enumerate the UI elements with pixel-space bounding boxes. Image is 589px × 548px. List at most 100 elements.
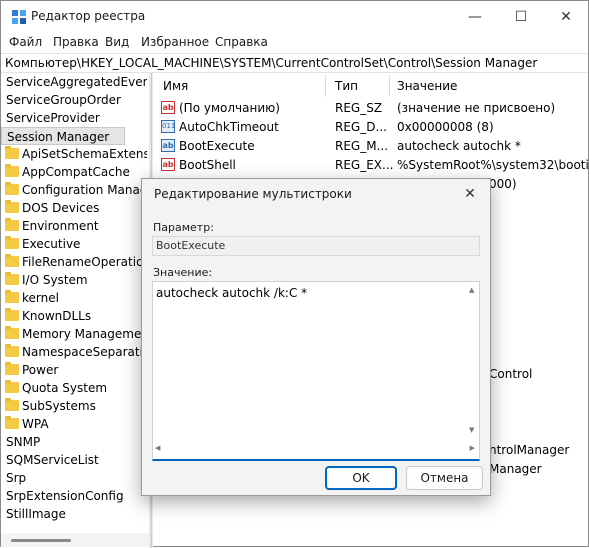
column-value-header[interactable]: Значение <box>397 77 457 95</box>
tree-item-label: Environment <box>22 219 99 233</box>
tree-item-label: NamespaceSeparatio <box>22 345 147 359</box>
ok-button[interactable]: OK <box>325 466 397 490</box>
tree-item[interactable]: ServiceGroupOrder <box>1 91 141 109</box>
tree-item-label: SQMServiceList <box>6 453 99 467</box>
tree-item-label: Quota System <box>22 381 108 395</box>
column-divider[interactable] <box>389 75 390 97</box>
tree-horizontal-scrollbar[interactable] <box>1 533 149 547</box>
tree-item[interactable]: SrpExtensionConfig <box>1 487 141 505</box>
tree-item[interactable]: kernel <box>1 289 141 307</box>
tree-item-label: Configuration Manag <box>22 183 147 197</box>
tree-item-label: SNMP <box>6 435 41 449</box>
tree-item[interactable]: ServiceProvider <box>1 109 141 127</box>
tree-item-label: FileRenameOperation <box>22 255 147 269</box>
folder-icon <box>5 362 19 375</box>
tree-item-label: ApiSetSchemaExtens <box>22 147 147 161</box>
tree-item-label: SubSystems <box>22 399 96 413</box>
tree-item[interactable]: NamespaceSeparatio <box>1 343 147 361</box>
minimize-button[interactable]: — <box>452 1 498 33</box>
value-type: REG_EX... <box>335 158 394 172</box>
tree-item[interactable]: SNMP <box>1 433 141 451</box>
scroll-down-icon[interactable]: ▼ <box>469 426 474 434</box>
dialog-close-button[interactable]: ✕ <box>450 179 490 209</box>
textarea-vertical-scrollbar[interactable]: ▲ ▼ <box>469 286 477 438</box>
tree-item[interactable]: SubSystems <box>1 397 141 415</box>
tree-item[interactable]: Executive <box>1 235 141 253</box>
scroll-left-icon[interactable]: ◀ <box>155 444 160 452</box>
edit-multistring-dialog: Редактирование мультистроки ✕ Параметр: … <box>141 178 491 496</box>
folder-icon <box>5 398 19 411</box>
tree-item-label: Executive <box>22 237 81 251</box>
menu-file[interactable]: Файл <box>9 35 42 49</box>
tree-item-label: Memory Managemen <box>22 327 147 341</box>
tree-item[interactable]: StillImage <box>1 505 141 523</box>
value-data-partial: 000) <box>489 177 517 191</box>
folder-icon <box>5 380 19 393</box>
menu-edit[interactable]: Правка <box>53 35 99 49</box>
tree-item[interactable]: Power <box>1 361 141 379</box>
close-button[interactable]: ✕ <box>543 1 589 33</box>
scroll-right-icon[interactable]: ▶ <box>470 444 475 452</box>
value-data: 0x00000008 (8) <box>397 120 494 134</box>
registry-editor-window: Редактор реестра — ☐ ✕ Файл Правка Вид И… <box>0 0 589 548</box>
value-data-partial: Manager <box>489 462 542 476</box>
tree-item[interactable]: FileRenameOperation <box>1 253 147 271</box>
folder-icon <box>5 200 19 213</box>
menu-view[interactable]: Вид <box>105 35 129 49</box>
address-bar[interactable]: Компьютер\HKEY_LOCAL_MACHINE\SYSTEM\Curr… <box>1 53 588 73</box>
tree-item-label: Srp <box>6 471 27 485</box>
cancel-button[interactable]: Отмена <box>406 466 483 490</box>
tree-item-label: Power <box>22 363 59 377</box>
tree-item[interactable]: I/O System <box>1 271 141 289</box>
binary-value-icon: 011 <box>161 120 175 133</box>
tree-item[interactable]: Quota System <box>1 379 141 397</box>
address-path[interactable]: Компьютер\HKEY_LOCAL_MACHINE\SYSTEM\Curr… <box>5 56 537 70</box>
scroll-up-icon[interactable]: ▲ <box>469 286 474 294</box>
tree-item[interactable]: ServiceAggregatedEvent <box>1 73 147 91</box>
folder-icon <box>5 326 19 339</box>
registry-tree[interactable]: ServiceAggregatedEvent ServiceGroupOrder S… <box>1 73 147 533</box>
column-name-header[interactable]: Имя <box>163 77 188 95</box>
value-data-text[interactable]: autocheck autochk /k:C * <box>156 286 307 300</box>
tree-item-label: WPA <box>22 417 49 431</box>
tree-item[interactable]: Memory Managemen <box>1 325 147 343</box>
tree-item[interactable]: WPA <box>1 415 141 433</box>
column-type-header[interactable]: Тип <box>335 77 358 95</box>
folder-icon <box>5 146 19 159</box>
title-bar[interactable]: Редактор реестра — ☐ ✕ <box>1 1 588 33</box>
tree-item[interactable]: Configuration Manag <box>1 181 147 199</box>
tree-item-label: kernel <box>22 291 59 305</box>
tree-item[interactable]: KnownDLLs <box>1 307 141 325</box>
tree-item[interactable]: AppCompatCache <box>1 163 141 181</box>
value-data: (значение не присвоено) <box>397 101 556 115</box>
value-name: AutoChkTimeout <box>179 120 279 134</box>
multistring-value-icon: ab <box>161 139 175 152</box>
window-title: Редактор реестра <box>31 9 146 23</box>
close-icon: ✕ <box>560 9 572 25</box>
folder-icon <box>5 344 19 357</box>
tree-scroll-thumb[interactable] <box>11 539 71 542</box>
tree-item[interactable]: ApiSetSchemaExtens <box>1 145 147 163</box>
tree-item-label: ServiceProvider <box>6 111 100 125</box>
tree-item[interactable]: DOS Devices <box>1 199 141 217</box>
maximize-button[interactable]: ☐ <box>498 1 544 33</box>
menu-favorites[interactable]: Избранное <box>141 35 209 49</box>
tree-item[interactable]: Srp <box>1 469 141 487</box>
parameter-label: Параметр: <box>153 221 214 234</box>
tree-item-label: StillImage <box>6 507 66 521</box>
tree-item-label: KnownDLLs <box>22 309 92 323</box>
column-divider[interactable] <box>325 75 326 97</box>
textarea-horizontal-scrollbar[interactable]: ◀ ▶ <box>155 444 475 454</box>
tree-item[interactable]: Session Manager <box>1 127 125 145</box>
tree-item-label: I/O System <box>22 273 88 287</box>
value-data-textarea[interactable]: autocheck autochk /k:C * ▲ ▼ ◀ ▶ <box>152 281 480 461</box>
close-icon: ✕ <box>464 186 476 202</box>
menu-help[interactable]: Справка <box>215 35 268 49</box>
minimize-icon: — <box>468 9 482 25</box>
tree-item[interactable]: Environment <box>1 217 141 235</box>
maximize-icon: ☐ <box>514 9 528 25</box>
folder-icon <box>5 164 19 177</box>
string-value-icon: ab <box>161 101 175 114</box>
tree-item-label: ServiceAggregatedEvent <box>6 75 147 89</box>
tree-item[interactable]: SQMServiceList <box>1 451 141 469</box>
